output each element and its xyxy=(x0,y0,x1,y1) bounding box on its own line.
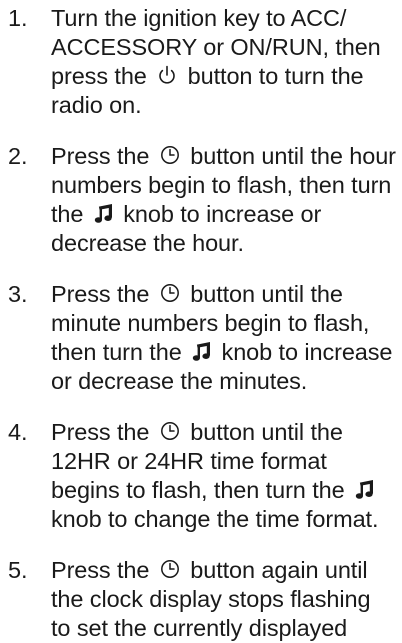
step-1: 1. Turn the ignition key to ACC/ ACCESSO… xyxy=(0,4,402,120)
step-number: 2. xyxy=(8,143,28,169)
clock-icon xyxy=(159,144,181,166)
clock-icon xyxy=(159,420,181,442)
step-text: Press the button until the hour numbers … xyxy=(51,143,396,256)
music-note-icon xyxy=(354,479,375,500)
step-2: 2. Press the button until the hour numbe… xyxy=(0,142,402,258)
step-text: Press the button again until the clock d… xyxy=(51,557,371,641)
step-number: 1. xyxy=(8,5,28,31)
step-text: Press the button until the minute number… xyxy=(51,281,393,394)
step-number: 3. xyxy=(8,281,28,307)
step-number: 4. xyxy=(8,419,28,445)
music-note-icon xyxy=(191,341,212,362)
clock-icon xyxy=(159,282,181,304)
instruction-list: 1. Turn the ignition key to ACC/ ACCESSO… xyxy=(0,4,402,643)
music-note-icon xyxy=(93,203,114,224)
step-text: Press the button until the 12HR or 24HR … xyxy=(51,419,379,532)
step-number: 5. xyxy=(8,557,28,583)
step-3: 3. Press the button until the minute num… xyxy=(0,280,402,396)
step-4: 4. Press the button until the 12HR or 24… xyxy=(0,418,402,534)
power-icon xyxy=(156,64,178,86)
step-5: 5. Press the button again until the cloc… xyxy=(0,556,402,643)
clock-icon xyxy=(159,558,181,580)
step-text: Turn the ignition key to ACC/ ACCESSORY … xyxy=(51,5,381,118)
